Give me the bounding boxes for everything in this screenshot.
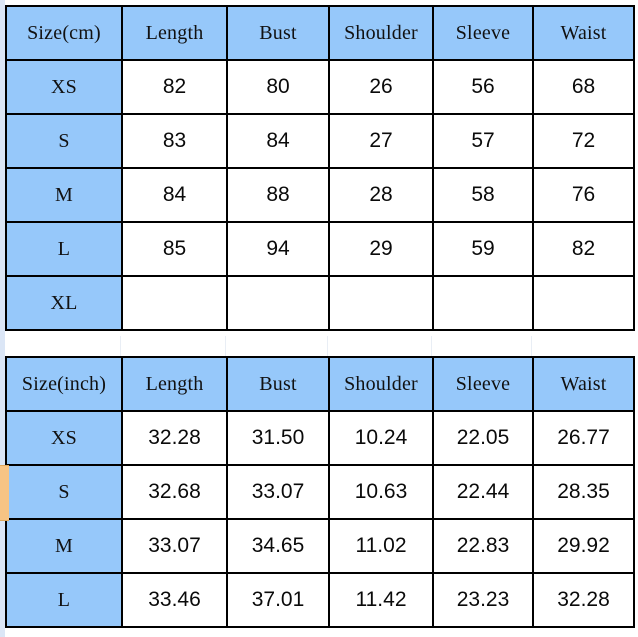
cell-m-sleeve: 22.83	[432, 518, 534, 574]
column-header-length: Length	[121, 356, 228, 412]
cell-m-waist: 76	[532, 167, 635, 223]
table-row: XS 82 80 26 56 68	[5, 59, 635, 115]
separator-cell	[532, 336, 633, 356]
table-row: XL	[5, 275, 635, 331]
size-label-xs: XS	[5, 59, 123, 115]
column-header-bust: Bust	[226, 356, 330, 412]
table-row: M 84 88 28 58 76	[5, 167, 635, 223]
cell-m-shoulder: 11.02	[328, 518, 434, 574]
cell-l-sleeve: 23.23	[432, 572, 534, 628]
cell-l-length: 33.46	[121, 572, 228, 628]
size-label-xs: XS	[5, 410, 123, 466]
column-header-waist: Waist	[532, 356, 635, 412]
size-chart-table-inch: Size(inch) Length Bust Shoulder Sleeve Waist X…	[5, 356, 635, 628]
table-cm-body: Size(cm) Length Bust Shoulder Sleeve Waist XS 8…	[5, 5, 635, 331]
separator-cell	[121, 336, 226, 356]
cell-s-length: 83	[121, 113, 228, 169]
cell-l-bust: 94	[226, 221, 330, 277]
cell-s-length: 32.68	[121, 464, 228, 520]
size-chart-table-cm: Size(cm) Length Bust Shoulder Sleeve Waist XS 8…	[5, 5, 635, 331]
table-row: M 33.07 34.65 11.02 22.83 29.92	[5, 518, 635, 574]
table-row: S 83 84 27 57 72	[5, 113, 635, 169]
size-label-m: M	[5, 167, 123, 223]
cell-m-length: 33.07	[121, 518, 228, 574]
cell-xl-waist	[532, 275, 635, 331]
cell-s-shoulder: 27	[328, 113, 434, 169]
table-header-row: Size(cm) Length Bust Shoulder Sleeve Waist	[5, 5, 635, 61]
cell-l-sleeve: 59	[432, 221, 534, 277]
table-inch-body: Size(inch) Length Bust Shoulder Sleeve Waist X…	[5, 356, 635, 628]
cell-xs-sleeve: 22.05	[432, 410, 534, 466]
column-header-shoulder: Shoulder	[328, 5, 434, 61]
cell-xs-waist: 26.77	[532, 410, 635, 466]
cell-l-waist: 32.28	[532, 572, 635, 628]
separator-cell	[328, 336, 432, 356]
cell-xl-sleeve	[432, 275, 534, 331]
column-header-shoulder: Shoulder	[328, 356, 434, 412]
cell-xl-length	[121, 275, 228, 331]
column-header-sleeve: Sleeve	[432, 356, 534, 412]
cell-xs-sleeve: 56	[432, 59, 534, 115]
column-header-bust: Bust	[226, 5, 330, 61]
size-chart-screen: Size(cm) Length Bust Shoulder Sleeve Waist XS 8…	[0, 0, 638, 637]
cell-m-length: 84	[121, 167, 228, 223]
size-label-m: M	[5, 518, 123, 574]
cell-s-sleeve: 57	[432, 113, 534, 169]
size-label-xl: XL	[5, 275, 123, 331]
size-label-l: L	[5, 572, 123, 628]
cell-l-shoulder: 11.42	[328, 572, 434, 628]
separator-cell	[5, 336, 121, 356]
cell-xs-waist: 68	[532, 59, 635, 115]
cell-m-bust: 88	[226, 167, 330, 223]
row-selection-marker[interactable]	[0, 465, 9, 521]
cell-xs-shoulder: 26	[328, 59, 434, 115]
cell-xs-bust: 31.50	[226, 410, 330, 466]
cell-s-bust: 33.07	[226, 464, 330, 520]
table-row: L 33.46 37.01 11.42 23.23 32.28	[5, 572, 635, 628]
size-label-l: L	[5, 221, 123, 277]
cell-xs-length: 32.28	[121, 410, 228, 466]
table-row: XS 32.28 31.50 10.24 22.05 26.77	[5, 410, 635, 466]
cell-xs-bust: 80	[226, 59, 330, 115]
table-separator-row	[5, 336, 633, 356]
table-corner-header: Size(cm)	[5, 5, 123, 61]
cell-l-shoulder: 29	[328, 221, 434, 277]
column-header-sleeve: Sleeve	[432, 5, 534, 61]
cell-s-shoulder: 10.63	[328, 464, 434, 520]
cell-s-waist: 72	[532, 113, 635, 169]
table-corner-header: Size(inch)	[5, 356, 123, 412]
cell-m-bust: 34.65	[226, 518, 330, 574]
cell-xl-bust	[226, 275, 330, 331]
column-header-length: Length	[121, 5, 228, 61]
cell-m-sleeve: 58	[432, 167, 534, 223]
size-label-s: S	[5, 464, 123, 520]
cell-l-bust: 37.01	[226, 572, 330, 628]
cell-s-bust: 84	[226, 113, 330, 169]
cell-xs-length: 82	[121, 59, 228, 115]
cell-xl-shoulder	[328, 275, 434, 331]
size-label-s: S	[5, 113, 123, 169]
cell-m-shoulder: 28	[328, 167, 434, 223]
cell-s-sleeve: 22.44	[432, 464, 534, 520]
table-row: L 85 94 29 59 82	[5, 221, 635, 277]
separator-cell	[432, 336, 532, 356]
cell-xs-shoulder: 10.24	[328, 410, 434, 466]
cell-l-waist: 82	[532, 221, 635, 277]
separator-cell	[226, 336, 328, 356]
column-header-waist: Waist	[532, 5, 635, 61]
cell-s-waist: 28.35	[532, 464, 635, 520]
cell-m-waist: 29.92	[532, 518, 635, 574]
cell-l-length: 85	[121, 221, 228, 277]
table-row: S 32.68 33.07 10.63 22.44 28.35	[5, 464, 635, 520]
table-header-row: Size(inch) Length Bust Shoulder Sleeve Waist	[5, 356, 635, 412]
